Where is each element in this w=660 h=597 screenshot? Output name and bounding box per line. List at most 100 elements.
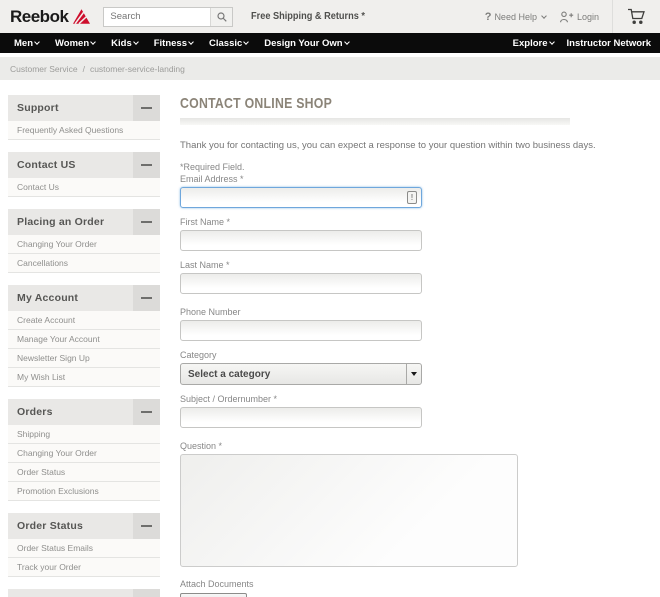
- question-field[interactable]: [180, 454, 518, 567]
- search-input[interactable]: [104, 7, 211, 26]
- first-name-field[interactable]: [180, 230, 422, 251]
- free-shipping-promo: Free Shipping & Returns *: [251, 11, 366, 22]
- email-wrap: !: [180, 187, 422, 208]
- sidebar: Support Frequently Asked Questions Conta…: [8, 95, 160, 597]
- attach-documents-label: Attach Documents: [180, 579, 254, 589]
- section-title: My Account: [17, 292, 79, 304]
- sidebar-item-manage-your-account[interactable]: Manage Your Account: [8, 330, 160, 349]
- nav-item-explore[interactable]: Explore: [513, 38, 555, 49]
- nav-label: Design Your Own: [264, 37, 343, 49]
- sidebar-header-policies[interactable]: Policies: [8, 589, 160, 597]
- sidebar-header-contact-us[interactable]: Contact US: [8, 152, 160, 178]
- sidebar-section-order-status: Order Status Order Status Emails Track y…: [8, 513, 160, 577]
- reebok-logo-text: Reebok: [10, 6, 69, 26]
- collapse-toggle: [133, 209, 160, 235]
- last-name-field[interactable]: [180, 273, 422, 294]
- sidebar-header-support[interactable]: Support: [8, 95, 160, 121]
- validation-alert-icon: !: [407, 191, 417, 204]
- chevron-down-icon: [411, 372, 417, 376]
- file-row: Choose File No file chosen: [180, 593, 650, 597]
- chevron-down-icon: [548, 39, 555, 45]
- collapse-toggle: [133, 589, 160, 597]
- sidebar-section-support: Support Frequently Asked Questions: [8, 95, 160, 140]
- sidebar-item-order-status-emails[interactable]: Order Status Emails: [8, 539, 160, 558]
- subject-field[interactable]: [180, 407, 422, 428]
- sidebar-item-contact-us[interactable]: Contact Us: [8, 178, 160, 197]
- login-label: Login: [576, 11, 599, 22]
- title-divider: [180, 118, 570, 125]
- sidebar-item-promotion-exclusions[interactable]: Promotion Exclusions: [8, 482, 160, 501]
- reebok-logo[interactable]: Reebok: [10, 6, 91, 27]
- form-intro-text: Thank you for contacting us, you can exp…: [180, 140, 596, 151]
- nav-item-design-your-own[interactable]: Design Your Own: [264, 37, 350, 49]
- nav-label: Fitness: [153, 37, 187, 49]
- search-box: [103, 6, 234, 27]
- nav-item-classic[interactable]: Classic: [209, 37, 250, 49]
- sidebar-item-shipping[interactable]: Shipping: [8, 425, 160, 444]
- category-selected-value: Select a category: [188, 368, 271, 380]
- minus-icon: [141, 297, 152, 299]
- sidebar-header-placing-an-order[interactable]: Placing an Order: [8, 209, 160, 235]
- top-header: Reebok Free Shipping & Return: [0, 0, 660, 33]
- reebok-delta-icon: [73, 9, 91, 24]
- category-label: Category: [180, 350, 217, 360]
- section-title: Placing an Order: [17, 216, 105, 228]
- subject-label: Subject / Ordernumber *: [180, 394, 278, 404]
- collapse-toggle: [133, 95, 160, 121]
- nav-label: Men: [14, 37, 33, 49]
- reebok-customer-service-page: Reebok Free Shipping & Return: [0, 0, 660, 597]
- sidebar-item-track-your-order[interactable]: Track your Order: [8, 558, 160, 577]
- sidebar-header-my-account[interactable]: My Account: [8, 285, 160, 311]
- header-right: ? Need Help Login: [485, 0, 660, 33]
- chevron-down-icon: [541, 12, 547, 19]
- section-title: Support: [17, 102, 59, 114]
- search-button[interactable]: [210, 7, 233, 26]
- minus-icon: [141, 164, 152, 166]
- chevron-down-icon: [132, 39, 139, 45]
- sidebar-header-order-status[interactable]: Order Status: [8, 513, 160, 539]
- sidebar-item-create-account[interactable]: Create Account: [8, 311, 160, 330]
- first-name-field-group: First Name *: [180, 217, 650, 251]
- phone-field-group: Phone Number: [180, 307, 650, 341]
- sidebar-section-placing-an-order: Placing an Order Changing Your Order Can…: [8, 209, 160, 273]
- nav-left: Men Women Kids Fitness Classic Design Yo…: [0, 37, 350, 49]
- select-arrow-area: [406, 364, 421, 384]
- sidebar-header-orders[interactable]: Orders: [8, 399, 160, 425]
- sidebar-item-faq[interactable]: Frequently Asked Questions: [8, 121, 160, 140]
- collapse-toggle: [133, 152, 160, 178]
- breadcrumb-customer-service[interactable]: Customer Service: [10, 64, 78, 74]
- nav-item-women[interactable]: Women: [55, 37, 96, 49]
- minus-icon: [141, 525, 152, 527]
- breadcrumb-separator: /: [82, 63, 85, 74]
- sidebar-item-my-wish-list[interactable]: My Wish List: [8, 368, 160, 387]
- phone-field[interactable]: [180, 320, 422, 341]
- need-help-menu[interactable]: ? Need Help: [484, 10, 547, 23]
- sidebar-item-cancellations[interactable]: Cancellations: [8, 254, 160, 273]
- chevron-down-icon: [243, 39, 250, 45]
- nav-label: Women: [55, 37, 90, 49]
- email-field[interactable]: [180, 187, 422, 208]
- nav-item-kids[interactable]: Kids: [111, 38, 139, 49]
- category-select[interactable]: Select a category: [180, 363, 422, 385]
- sidebar-item-newsletter-sign-up[interactable]: Newsletter Sign Up: [8, 349, 160, 368]
- nav-label: Instructor Network: [566, 37, 651, 49]
- chevron-down-icon: [34, 39, 40, 45]
- sidebar-item-changing-your-order-2[interactable]: Changing Your Order: [8, 444, 160, 463]
- breadcrumb: Customer Service / customer-service-land…: [0, 57, 660, 80]
- nav-item-instructor-network[interactable]: Instructor Network: [567, 38, 651, 49]
- last-name-label: Last Name *: [180, 260, 230, 270]
- nav-item-men[interactable]: Men: [14, 37, 40, 49]
- login-button[interactable]: Login: [559, 11, 599, 23]
- search-icon: [217, 11, 227, 22]
- last-name-field-group: Last Name *: [180, 260, 650, 294]
- nav-label: Classic: [209, 37, 243, 49]
- sidebar-item-order-status[interactable]: Order Status: [8, 463, 160, 482]
- cart-button[interactable]: [612, 0, 660, 33]
- minus-icon: [141, 107, 152, 109]
- choose-file-button[interactable]: Choose File: [180, 593, 248, 597]
- help-icon: ?: [484, 10, 492, 23]
- question-field-group: Question *: [180, 441, 650, 567]
- nav-item-fitness[interactable]: Fitness: [153, 37, 194, 49]
- sidebar-item-changing-your-order[interactable]: Changing Your Order: [8, 235, 160, 254]
- email-label: Email Address *: [180, 174, 244, 184]
